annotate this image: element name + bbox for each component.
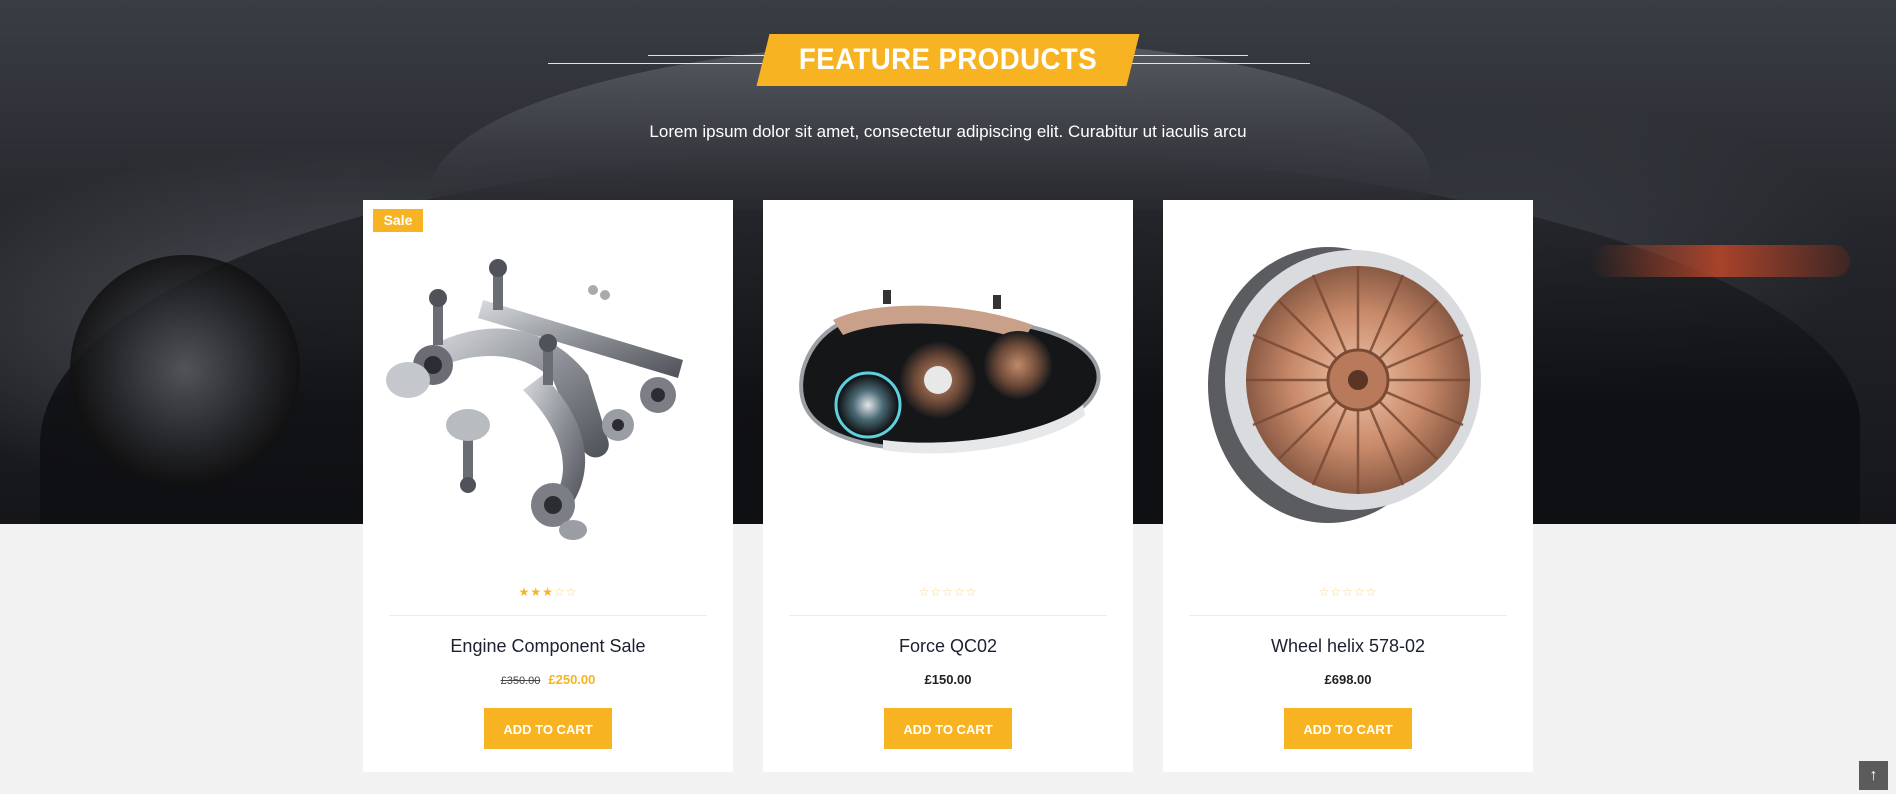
rating-stars: ★★★☆☆ <box>363 585 733 599</box>
star-filled-icon: ★ <box>530 585 543 599</box>
sale-badge: Sale <box>373 209 423 232</box>
add-to-cart-button[interactable]: ADD TO CART <box>884 708 1012 749</box>
add-to-cart-button[interactable]: ADD TO CART <box>1284 708 1412 749</box>
star-empty-icon: ☆ <box>1330 585 1343 599</box>
star-empty-icon: ☆ <box>953 585 966 599</box>
star-empty-icon: ☆ <box>930 585 943 599</box>
section-title: FEATURE PRODUCTS <box>798 43 1098 76</box>
old-price: £350.00 <box>500 675 541 687</box>
star-empty-icon: ☆ <box>1365 585 1378 599</box>
price-row: £350.00 £250.00 <box>363 672 733 687</box>
wheel-rim-image <box>1208 247 1481 523</box>
arrow-up-icon: ↑ <box>1869 767 1878 784</box>
rating-stars: ☆☆☆☆☆ <box>763 585 1133 599</box>
headlight-image <box>799 290 1101 454</box>
product-image[interactable] <box>1163 200 1533 570</box>
price: £150.00 <box>924 672 972 687</box>
divider <box>789 615 1107 616</box>
star-filled-icon: ★ <box>518 585 531 599</box>
star-filled-icon: ★ <box>542 585 554 599</box>
suspension-parts-image <box>386 259 683 540</box>
star-empty-icon: ☆ <box>1342 585 1354 599</box>
car-wheel <box>70 255 300 485</box>
star-empty-icon: ☆ <box>918 585 931 599</box>
star-empty-icon: ☆ <box>965 585 978 599</box>
back-to-top-button[interactable]: ↑ <box>1859 761 1888 790</box>
price-row: £150.00 <box>763 672 1133 687</box>
divider <box>389 615 707 616</box>
star-empty-icon: ☆ <box>1318 585 1331 599</box>
section-subtitle: Lorem ipsum dolor sit amet, consectetur … <box>649 122 1247 141</box>
product-name[interactable]: Engine Component Sale <box>363 636 733 657</box>
star-empty-icon: ☆ <box>1353 585 1366 599</box>
section-title-block: FEATURE PRODUCTS <box>548 34 1348 94</box>
product-image[interactable] <box>363 200 733 570</box>
product-image[interactable] <box>763 200 1133 570</box>
price: £698.00 <box>1324 672 1372 687</box>
rating-stars: ☆☆☆☆☆ <box>1163 585 1533 599</box>
add-to-cart-button[interactable]: ADD TO CART <box>484 708 612 749</box>
star-empty-icon: ☆ <box>565 585 578 599</box>
car-tail-light <box>1590 245 1850 277</box>
product-card: ☆☆☆☆☆ Force QC02 £150.00 ADD TO CART <box>763 200 1133 772</box>
product-card: ☆☆☆☆☆ Wheel helix 578-02 £698.00 ADD TO … <box>1163 200 1533 772</box>
star-empty-icon: ☆ <box>942 585 954 599</box>
product-name[interactable]: Wheel helix 578-02 <box>1163 636 1533 657</box>
sale-price: £250.00 <box>548 672 596 687</box>
product-card: Sale ★★★☆☆ Engine Component Sale £350.00… <box>363 200 733 772</box>
price-row: £698.00 <box>1163 672 1533 687</box>
star-empty-icon: ☆ <box>553 585 566 599</box>
divider <box>1189 615 1507 616</box>
product-name[interactable]: Force QC02 <box>763 636 1133 657</box>
